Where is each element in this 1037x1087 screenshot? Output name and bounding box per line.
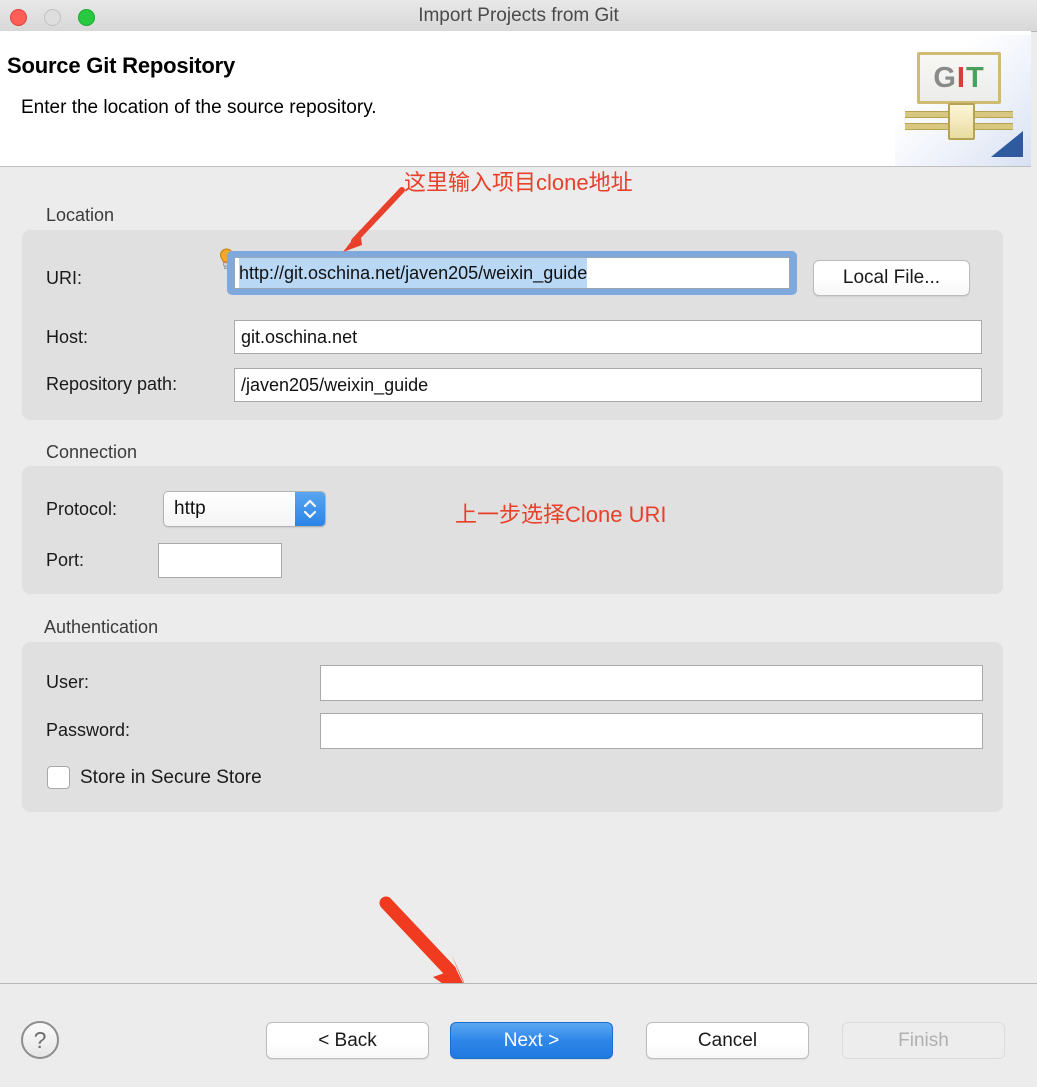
chevron-up-icon — [303, 499, 317, 508]
repository-path-input[interactable]: /javen205/weixin_guide — [234, 368, 982, 402]
stepper-arrows-icon[interactable] — [295, 492, 325, 526]
window-titlebar: Import Projects from Git — [0, 0, 1037, 32]
host-input[interactable]: git.oschina.net — [234, 320, 982, 354]
host-label: Host: — [46, 327, 89, 347]
dialog-window: Import Projects from Git Source Git Repo… — [0, 0, 1037, 1087]
git-logo-icon: GIT — [895, 35, 1031, 166]
git-letters: GIT — [920, 55, 998, 101]
next-button[interactable]: Next > — [450, 1022, 613, 1059]
store-in-secure-store-checkbox[interactable] — [47, 766, 70, 789]
local-file-button[interactable]: Local File... — [813, 260, 970, 296]
back-button[interactable]: < Back — [266, 1022, 429, 1059]
protocol-label: Protocol: — [46, 499, 118, 519]
git-letter-g: G — [933, 61, 957, 94]
uri-input[interactable]: http://git.oschina.net/javen205/weixin_g… — [234, 257, 790, 289]
store-in-secure-store-label[interactable]: Store in Secure Store — [80, 767, 262, 789]
user-input[interactable] — [320, 665, 983, 701]
location-group-label: Location — [46, 205, 115, 225]
connection-group-label: Connection — [46, 442, 138, 462]
password-label: Password: — [46, 720, 131, 740]
git-letter-i: I — [956, 61, 966, 94]
git-sign-board: GIT — [917, 52, 1001, 104]
finish-button: Finish — [842, 1022, 1005, 1059]
password-input[interactable] — [320, 713, 983, 749]
uri-input-value: http://git.oschina.net/javen205/weixin_g… — [239, 258, 588, 288]
cancel-button[interactable]: Cancel — [646, 1022, 809, 1059]
protocol-select[interactable]: http — [163, 491, 326, 527]
port-label: Port: — [46, 550, 85, 570]
repository-path-label: Repository path: — [46, 374, 178, 394]
page-subtitle: Enter the location of the source reposit… — [21, 97, 377, 118]
page-title: Source Git Repository — [7, 53, 236, 78]
uri-label: URI: — [46, 268, 82, 288]
authentication-group-label: Authentication — [44, 617, 159, 637]
help-icon[interactable]: ? — [21, 1021, 59, 1059]
port-input[interactable] — [158, 543, 282, 578]
user-label: User: — [46, 672, 90, 692]
wizard-header: Source Git Repository Enter the location… — [0, 31, 1031, 167]
chevron-down-icon — [303, 510, 317, 519]
blue-triangle-icon — [991, 131, 1023, 157]
git-knob — [948, 103, 975, 140]
window-title: Import Projects from Git — [418, 5, 619, 26]
protocol-select-value: http — [174, 498, 206, 519]
annotation-protocol-hint: 上一步选择Clone URI — [455, 502, 667, 527]
annotation-uri-hint: 这里输入项目clone地址 — [404, 170, 633, 195]
git-letter-t: T — [965, 61, 985, 94]
